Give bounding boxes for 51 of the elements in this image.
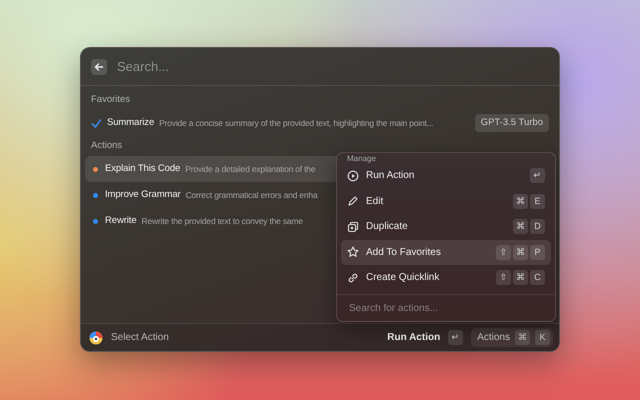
shortcut-key: ⌘ (513, 270, 528, 286)
app-logo-icon (89, 330, 103, 344)
menu-item[interactable]: Create Quicklink ⇧ ⌘ C (341, 265, 551, 290)
shortcut-key: ⌘ (513, 219, 528, 234)
section-header: Favorites (90, 92, 132, 107)
search-field[interactable]: Search... (115, 56, 549, 78)
shortcut-key: ⌘ (513, 244, 528, 260)
menu-item-label: Add To Favorites (366, 246, 441, 260)
shortcut-key: K (535, 330, 550, 345)
shortcut-key: P (530, 244, 545, 260)
menu-item[interactable]: Add To Favorites ⇧ ⌘ P (341, 240, 551, 265)
shortcut-key: ⇧ (496, 244, 511, 260)
actions-button[interactable]: Actions ⌘ K (471, 328, 553, 347)
footer-title: Select Action (111, 331, 169, 345)
menu-search-field[interactable]: Search for actions... (347, 300, 545, 316)
model-tag: GPT-3.5 Turbo (474, 114, 549, 132)
action-item[interactable]: Summarize Provide a concise summary of the provided text, highlighting the main point... GPT-3.5 Turbo (85, 110, 555, 136)
star-icon (347, 246, 359, 258)
back-button[interactable] (91, 58, 107, 74)
item-title: Summarize (107, 116, 154, 130)
menu-item-label: Create Quicklink (366, 271, 440, 286)
menu-item[interactable]: Duplicate ⌘ D (341, 214, 551, 240)
duplicate-icon (347, 220, 359, 233)
item-description: Correct grammatical errors and enha (186, 188, 318, 202)
shortcut-key: ⌘ (515, 330, 530, 345)
shortcut-key: D (530, 219, 545, 234)
pencil-icon (347, 195, 359, 208)
menu-item-label: Edit (366, 194, 384, 209)
play-icon (347, 170, 359, 182)
menu-item-label: Run Action (366, 169, 414, 184)
shortcut-key: ↵ (448, 330, 464, 345)
item-description: Provide a concise summary of the provided text, highlighting the main point... (159, 116, 434, 130)
checkmark-icon (91, 118, 102, 128)
shortcut-key: ↵ (530, 168, 545, 184)
menu-item[interactable]: Edit ⌘ E (341, 188, 551, 214)
link-icon (347, 272, 359, 284)
shortcut-key: E (530, 194, 545, 209)
shortcut-key: C (530, 270, 545, 286)
shortcut-key: ⌘ (513, 194, 528, 209)
run-action-button[interactable]: Run Action (387, 330, 440, 345)
back-arrow-icon (94, 62, 104, 72)
section-header: Actions (90, 138, 124, 153)
item-title: Rewrite (105, 214, 137, 228)
item-title: Improve Grammar (105, 188, 181, 202)
item-title: Explain This Code (105, 162, 180, 176)
item-description: Rewrite the provided text to convey the same (142, 214, 303, 228)
actions-label: Actions (477, 331, 510, 345)
menu-section-header: Manage (346, 153, 377, 163)
menu-item-label: Duplicate (366, 220, 408, 234)
shortcut-key: ⇧ (496, 270, 511, 286)
item-description: Provide a detailed explanation of the (185, 162, 316, 176)
